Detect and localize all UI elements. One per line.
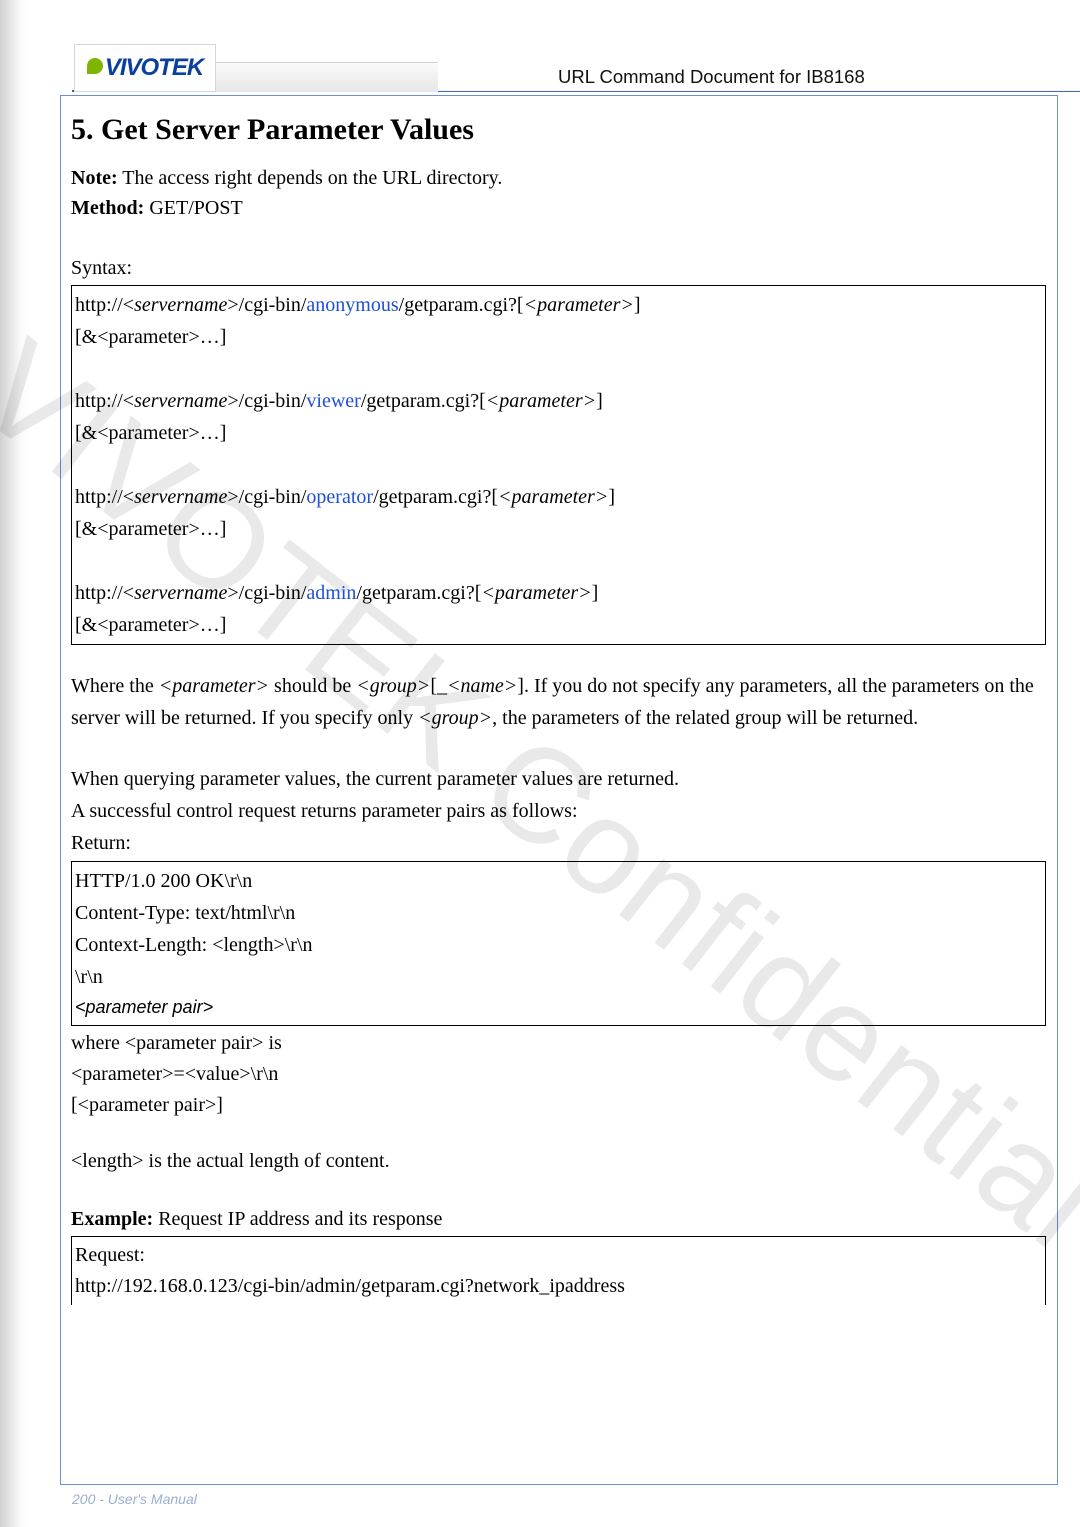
return-line: Content-Type: text/html\r\n <box>75 897 1042 929</box>
where-seg: <group> <box>418 707 492 729</box>
where-seg: <name> <box>447 675 517 697</box>
where-seg: <group> <box>356 675 430 697</box>
syntax-line <box>75 449 1042 481</box>
header-line: URL Command Document for IB8168 <box>438 62 1080 92</box>
syntax-line <box>75 545 1042 577</box>
where-pair-line: <parameter>=<value>\r\n <box>71 1059 1046 1090</box>
page-shadow <box>0 0 30 1527</box>
method-text: GET/POST <box>144 197 242 219</box>
syntax-seg: anonymous <box>306 294 398 316</box>
syntax-label: Syntax: <box>71 254 1046 284</box>
footer: 200 - User's Manual <box>72 1491 197 1507</box>
syntax-line: http://<servername>/cgi-bin/anonymous/ge… <box>75 289 1042 321</box>
section-title: 5. Get Server Parameter Values <box>71 108 1046 152</box>
query-line-2: A successful control request returns par… <box>71 796 1046 828</box>
where-paragraph: Where the <parameter> should be <group>[… <box>71 671 1046 734</box>
query-line-1: When querying parameter values, the curr… <box>71 764 1046 796</box>
syntax-line: [&<parameter>…] <box>75 513 1042 545</box>
syntax-line: [&<parameter>…] <box>75 609 1042 641</box>
syntax-line: http://<servername>/cgi-bin/operator/get… <box>75 481 1042 513</box>
syntax-seg: admin <box>306 582 356 604</box>
example-line: Example: Request IP address and its resp… <box>71 1205 1046 1235</box>
logo-text: VIVOTEK <box>105 54 203 82</box>
logo-bug-icon <box>87 58 103 74</box>
where-pair-line: where <parameter pair> is <box>71 1028 1046 1059</box>
query-para: When querying parameter values, the curr… <box>71 764 1046 859</box>
syntax-seg: operator <box>306 486 373 508</box>
syntax-seg: servername <box>134 582 227 604</box>
method-label: Method: <box>71 197 144 219</box>
note-line: Note: The access right depends on the UR… <box>71 164 1046 194</box>
syntax-seg: <parameter> <box>498 486 608 508</box>
syntax-seg: servername <box>134 294 227 316</box>
example-line-item: http://192.168.0.123/cgi-bin/admin/getpa… <box>75 1271 1042 1302</box>
doc-title: URL Command Document for IB8168 <box>558 66 865 88</box>
note-text: The access right depends on the URL dire… <box>118 167 503 189</box>
syntax-line <box>75 353 1042 385</box>
example-line-item: Request: <box>75 1240 1042 1271</box>
syntax-box: http://<servername>/cgi-bin/anonymous/ge… <box>71 285 1046 645</box>
header-tab-shade <box>216 62 438 92</box>
return-line: \r\n <box>75 961 1042 993</box>
syntax-line: http://<servername>/cgi-bin/admin/getpar… <box>75 577 1042 609</box>
content: 5. Get Server Parameter Values Note: The… <box>71 108 1046 1475</box>
return-line: HTTP/1.0 200 OK\r\n <box>75 865 1042 897</box>
method-line: Method: GET/POST <box>71 194 1046 224</box>
syntax-seg: <parameter> <box>524 294 634 316</box>
where-pair-block: where <parameter pair> is<parameter>=<va… <box>71 1028 1046 1121</box>
length-line: <length> is the actual length of content… <box>71 1147 1046 1177</box>
syntax-line: [&<parameter>…] <box>75 417 1042 449</box>
syntax-seg: servername <box>134 486 227 508</box>
syntax-seg: viewer <box>306 390 360 412</box>
where-pair-line: [<parameter pair>] <box>71 1090 1046 1121</box>
return-box: HTTP/1.0 200 OK\r\nContent-Type: text/ht… <box>71 861 1046 1026</box>
note-label: Note: <box>71 167 118 189</box>
where-seg: <parameter> <box>159 675 269 697</box>
syntax-seg: <parameter> <box>486 390 596 412</box>
example-text: Request IP address and its response <box>153 1208 442 1230</box>
return-line: Context-Length: <length>\r\n <box>75 929 1042 961</box>
logo: VIVOTEK <box>74 44 216 92</box>
logo-text-wrap: VIVOTEK <box>87 54 203 82</box>
syntax-line: http://<servername>/cgi-bin/viewer/getpa… <box>75 385 1042 417</box>
return-label: Return: <box>71 828 1046 860</box>
syntax-seg: servername <box>134 390 227 412</box>
syntax-line: [&<parameter>…] <box>75 321 1042 353</box>
page: VIVOTEK Confidential VIVOTEK URL Command… <box>0 0 1080 1527</box>
example-label: Example: <box>71 1208 153 1230</box>
syntax-seg: <parameter> <box>481 582 591 604</box>
header: VIVOTEK URL Command Document for IB8168 <box>0 44 1080 92</box>
example-box: Request:http://192.168.0.123/cgi-bin/adm… <box>71 1236 1046 1305</box>
parameter-pair-line: <parameter pair> <box>75 993 1042 1022</box>
